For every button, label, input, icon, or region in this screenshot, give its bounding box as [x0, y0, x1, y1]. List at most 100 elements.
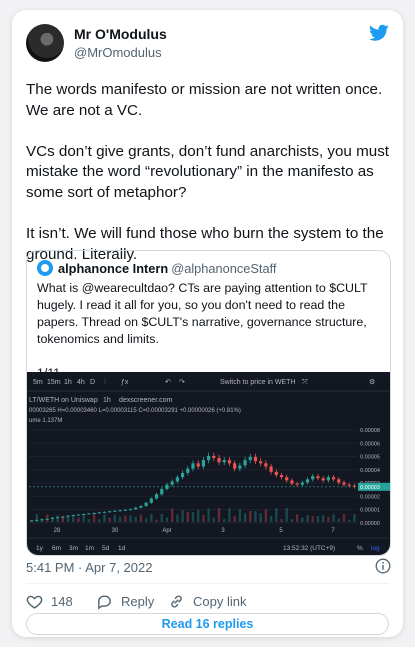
divider	[26, 583, 389, 584]
percent-toggle[interactable]: %	[357, 545, 363, 552]
volume-bar	[181, 510, 184, 522]
candle	[45, 518, 49, 520]
reply-label: Reply	[121, 593, 155, 609]
y-tick-label: 0.00008	[360, 428, 380, 434]
candle	[248, 456, 252, 461]
volume-bar	[139, 514, 143, 522]
candle	[321, 478, 325, 481]
volume-bar	[327, 517, 330, 522]
volume-bar	[186, 511, 189, 522]
volume-bar	[342, 514, 346, 522]
candle	[118, 510, 122, 512]
candle	[139, 506, 143, 508]
last-price-label: 0.00003	[360, 485, 380, 491]
avatar[interactable]	[26, 24, 64, 62]
candle	[191, 463, 195, 469]
quoted-tweet[interactable]: alphanonce Intern @alphanonceStaff What i…	[26, 250, 391, 556]
quoted-avatar	[37, 260, 53, 276]
volume-bar	[191, 512, 195, 522]
range-1m[interactable]: 1m	[85, 545, 94, 552]
range-1y[interactable]: 1y	[36, 545, 44, 552]
author-handle[interactable]: @MrOmodulus	[74, 45, 162, 60]
volume-bar	[144, 518, 148, 522]
copy-link-label: Copy link	[193, 593, 247, 609]
x-tick-label: 3	[221, 528, 225, 534]
reply-button[interactable]: Reply	[96, 591, 154, 611]
info-icon[interactable]	[375, 558, 391, 574]
interval-label: 1h	[103, 397, 111, 404]
volume-bar	[155, 519, 158, 522]
log-toggle[interactable]: log	[371, 545, 380, 552]
candle	[347, 484, 351, 486]
volume-bar	[92, 514, 96, 522]
author-name[interactable]: Mr O'Modulus	[74, 26, 167, 42]
volume-bar	[347, 519, 351, 522]
y-tick-label: 0.00002	[360, 494, 380, 500]
quoted-author-handle: @alphanonceStaff	[171, 261, 277, 276]
interval-15m[interactable]: 15m	[47, 379, 61, 386]
undo-icon[interactable]: ↶	[165, 379, 171, 386]
like-button[interactable]: 148	[26, 591, 73, 611]
volume-label: ume 1.137M	[29, 418, 62, 424]
candle	[217, 458, 221, 463]
read-replies-button[interactable]: Read 16 replies	[26, 613, 389, 635]
volume-bar	[337, 518, 340, 522]
volume-bar	[77, 517, 80, 522]
tweet-card: Mr O'Modulus @MrOmodulus The words manif…	[12, 10, 403, 637]
x-tick-label: 30	[112, 528, 119, 534]
candle	[269, 466, 273, 472]
candle	[92, 512, 96, 514]
settings-icon[interactable]: ⚙	[369, 378, 375, 386]
volume-bar	[56, 515, 59, 522]
pair-label: LT/WETH on Uniswap	[29, 397, 98, 404]
range-1d[interactable]: 1d	[118, 545, 126, 552]
volume-bar	[321, 515, 325, 522]
candle	[87, 513, 91, 515]
candle	[50, 517, 55, 519]
range-3m[interactable]: 3m	[69, 545, 78, 552]
candle	[66, 515, 70, 517]
fullscreen-icon[interactable]: ⤧	[302, 379, 308, 386]
volume-bar	[233, 516, 236, 522]
source-label: dexscreener.com	[119, 397, 172, 404]
candle	[305, 479, 310, 483]
volume-bar	[217, 508, 221, 522]
volume-bar	[254, 511, 257, 522]
tweet-timestamp[interactable]: 5:41 PM · Apr 7, 2022	[26, 560, 152, 575]
candle	[316, 476, 320, 479]
twitter-bird-icon[interactable]	[369, 24, 389, 42]
redo-icon[interactable]: ↷	[179, 379, 185, 386]
volume-bar	[223, 519, 226, 522]
interval-d[interactable]: D	[90, 379, 95, 386]
speech-bubble-icon	[98, 594, 111, 610]
volume-bar	[160, 514, 163, 522]
indicators-icon[interactable]: ƒx	[121, 379, 129, 386]
candle	[102, 511, 107, 513]
candles-icon[interactable]: ⫶	[104, 378, 106, 386]
candle	[326, 477, 330, 481]
candle	[201, 460, 206, 467]
volume-bar	[311, 516, 314, 522]
candle	[243, 460, 247, 466]
interval-5m[interactable]: 5m	[33, 379, 43, 386]
candle	[238, 465, 242, 469]
candle	[279, 475, 284, 478]
candle	[196, 463, 200, 467]
range-6m[interactable]: 6m	[52, 545, 61, 552]
volume-bar	[98, 519, 101, 522]
chart-plot-area: 0.00008 0.00006 0.00005 0.00004 0.00003 0.000…	[29, 428, 390, 534]
y-tick-label: 0.00001	[360, 508, 380, 514]
candle	[134, 507, 138, 510]
x-tick-label: 28	[54, 528, 61, 534]
interval-4h[interactable]: 4h	[77, 379, 85, 386]
interval-1h[interactable]: 1h	[64, 379, 72, 386]
switch-price-button[interactable]: Switch to price in WETH	[220, 379, 295, 386]
candle	[154, 494, 159, 499]
candle	[30, 520, 34, 522]
candle	[311, 476, 315, 480]
range-5d[interactable]: 5d	[102, 545, 110, 552]
copy-link-button[interactable]: Copy link	[168, 591, 246, 611]
chart-toolbar: 5m 15m 1h 4h D Switch to price in WETH ⫶…	[33, 378, 375, 386]
volume-bar	[228, 508, 231, 522]
volume-bar	[290, 518, 294, 522]
